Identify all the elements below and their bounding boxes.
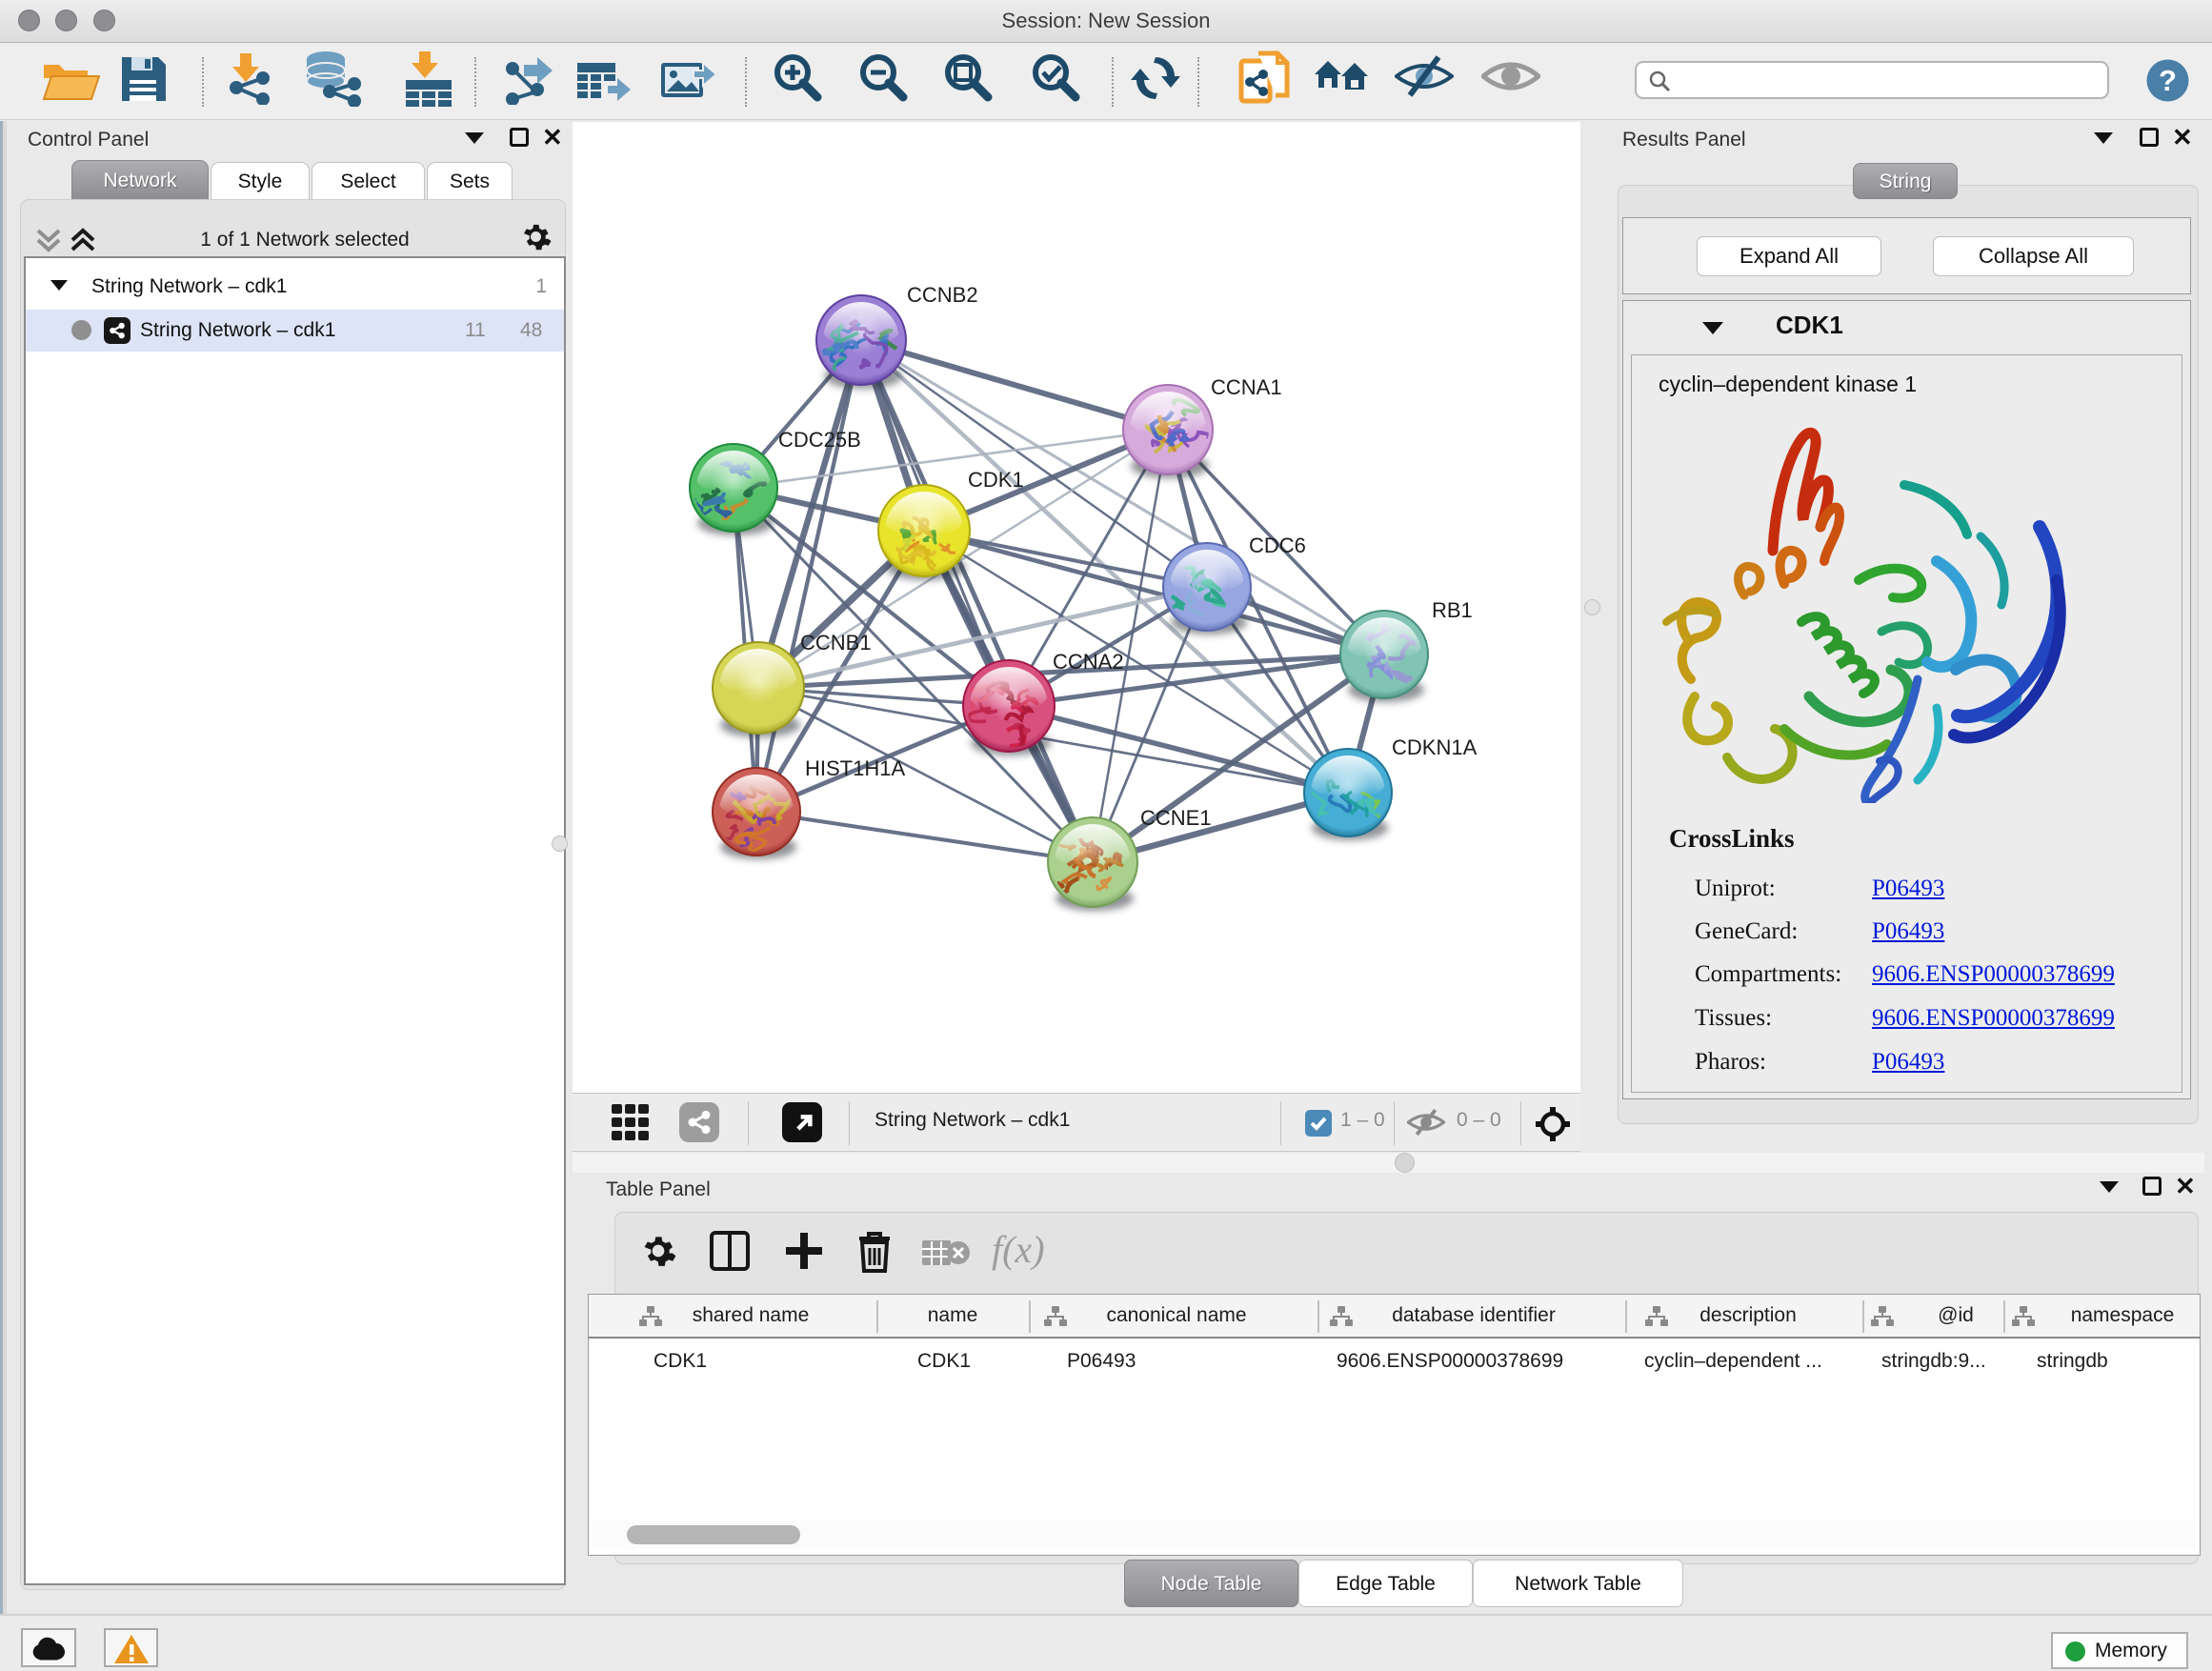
svg-text:?: ? <box>2159 64 2177 97</box>
svg-text:RB1: RB1 <box>1432 598 1473 622</box>
svg-text:CDC6: CDC6 <box>1249 534 1306 557</box>
svg-text:CCNB2: CCNB2 <box>907 283 978 307</box>
svg-text:CCNE1: CCNE1 <box>1140 806 1212 830</box>
svg-text:CDC25B: CDC25B <box>778 428 861 452</box>
svg-text:CDKN1A: CDKN1A <box>1392 735 1478 759</box>
svg-text:CDK1: CDK1 <box>968 468 1024 492</box>
svg-text:CCNA2: CCNA2 <box>1053 650 1124 674</box>
svg-text:HIST1H1A: HIST1H1A <box>805 756 905 780</box>
svg-text:CCNB1: CCNB1 <box>800 631 872 654</box>
svg-text:CCNA1: CCNA1 <box>1211 375 1282 399</box>
